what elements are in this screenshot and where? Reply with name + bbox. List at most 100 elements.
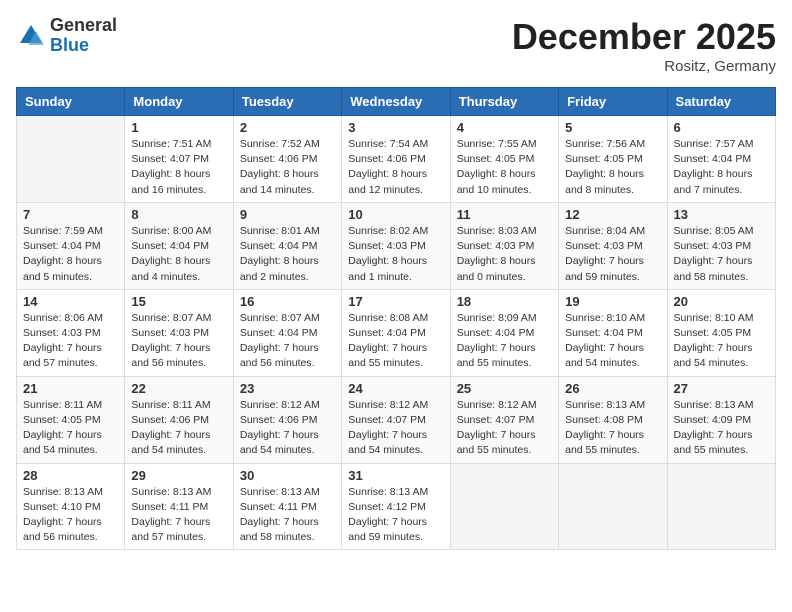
day-number: 15 bbox=[131, 294, 226, 309]
day-number: 9 bbox=[240, 207, 335, 222]
week-row: 28 Sunrise: 8:13 AM Sunset: 4:10 PM Dayli… bbox=[17, 463, 776, 550]
week-row: 14Sunrise: 8:06 AM Sunset: 4:03 PM Dayli… bbox=[17, 289, 776, 376]
day-number: 11 bbox=[457, 207, 552, 222]
calendar-cell: 12Sunrise: 8:04 AM Sunset: 4:03 PM Dayli… bbox=[559, 202, 667, 289]
day-info: Sunrise: 7:54 AM Sunset: 4:06 PM Dayligh… bbox=[348, 137, 443, 198]
calendar-cell: 1Sunrise: 7:51 AM Sunset: 4:07 PM Daylig… bbox=[125, 116, 233, 203]
day-info: Sunrise: 8:12 AM Sunset: 4:07 PM Dayligh… bbox=[348, 398, 443, 459]
calendar-cell: 23Sunrise: 8:12 AM Sunset: 4:06 PM Dayli… bbox=[233, 376, 341, 463]
day-number: 26 bbox=[565, 381, 660, 396]
calendar-cell: 28 Sunrise: 8:13 AM Sunset: 4:10 PM Dayli… bbox=[17, 463, 125, 550]
day-number: 30 bbox=[240, 468, 335, 483]
day-number: 16 bbox=[240, 294, 335, 309]
calendar-cell bbox=[559, 463, 667, 550]
day-info: Sunrise: 8:07 AM Sunset: 4:04 PM Dayligh… bbox=[240, 311, 335, 372]
day-info: Sunrise: 8:00 AM Sunset: 4:04 PM Dayligh… bbox=[131, 224, 226, 285]
day-number: 2 bbox=[240, 120, 335, 135]
calendar-cell: 27 Sunrise: 8:13 AM Sunset: 4:09 PM Dayli… bbox=[667, 376, 775, 463]
day-info: Sunrise: 8:02 AM Sunset: 4:03 PM Dayligh… bbox=[348, 224, 443, 285]
calendar-cell: 16 Sunrise: 8:07 AM Sunset: 4:04 PM Dayli… bbox=[233, 289, 341, 376]
day-info: Sunrise: 8:10 AM Sunset: 4:04 PM Dayligh… bbox=[565, 311, 660, 372]
day-info: Sunrise: 8:04 AM Sunset: 4:03 PM Dayligh… bbox=[565, 224, 660, 285]
day-info: Sunrise: 8:08 AM Sunset: 4:04 PM Dayligh… bbox=[348, 311, 443, 372]
day-number: 25 bbox=[457, 381, 552, 396]
calendar-cell: 29Sunrise: 8:13 AM Sunset: 4:11 PM Dayli… bbox=[125, 463, 233, 550]
day-info: Sunrise: 8:13 AM Sunset: 4:12 PM Dayligh… bbox=[348, 485, 443, 546]
calendar-cell: 20 Sunrise: 8:10 AM Sunset: 4:05 PM Dayli… bbox=[667, 289, 775, 376]
day-header-saturday: Saturday bbox=[667, 88, 775, 116]
day-number: 1 bbox=[131, 120, 226, 135]
day-number: 27 bbox=[674, 381, 769, 396]
calendar-cell: 11Sunrise: 8:03 AM Sunset: 4:03 PM Dayli… bbox=[450, 202, 558, 289]
day-info: Sunrise: 7:59 AM Sunset: 4:04 PM Dayligh… bbox=[23, 224, 118, 285]
day-info: Sunrise: 7:52 AM Sunset: 4:06 PM Dayligh… bbox=[240, 137, 335, 198]
calendar-cell: 7Sunrise: 7:59 AM Sunset: 4:04 PM Daylig… bbox=[17, 202, 125, 289]
calendar-cell: 2 Sunrise: 7:52 AM Sunset: 4:06 PM Daylig… bbox=[233, 116, 341, 203]
calendar-cell: 19 Sunrise: 8:10 AM Sunset: 4:04 PM Dayli… bbox=[559, 289, 667, 376]
day-info: Sunrise: 8:13 AM Sunset: 4:09 PM Dayligh… bbox=[674, 398, 769, 459]
calendar-cell: 18 Sunrise: 8:09 AM Sunset: 4:04 PM Dayli… bbox=[450, 289, 558, 376]
calendar-cell bbox=[17, 116, 125, 203]
calendar-cell: 15 Sunrise: 8:07 AM Sunset: 4:03 PM Dayli… bbox=[125, 289, 233, 376]
day-info: Sunrise: 8:11 AM Sunset: 4:05 PM Dayligh… bbox=[23, 398, 118, 459]
day-info: Sunrise: 8:13 AM Sunset: 4:11 PM Dayligh… bbox=[131, 485, 226, 546]
calendar-cell: 10 Sunrise: 8:02 AM Sunset: 4:03 PM Dayli… bbox=[342, 202, 450, 289]
day-number: 20 bbox=[674, 294, 769, 309]
day-number: 31 bbox=[348, 468, 443, 483]
day-number: 24 bbox=[348, 381, 443, 396]
day-header-monday: Monday bbox=[125, 88, 233, 116]
calendar-cell: 14Sunrise: 8:06 AM Sunset: 4:03 PM Dayli… bbox=[17, 289, 125, 376]
day-header-tuesday: Tuesday bbox=[233, 88, 341, 116]
calendar-cell: 13Sunrise: 8:05 AM Sunset: 4:03 PM Dayli… bbox=[667, 202, 775, 289]
day-info: Sunrise: 8:13 AM Sunset: 4:10 PM Dayligh… bbox=[23, 485, 118, 546]
calendar-cell: 22 Sunrise: 8:11 AM Sunset: 4:06 PM Dayli… bbox=[125, 376, 233, 463]
day-info: Sunrise: 8:10 AM Sunset: 4:05 PM Dayligh… bbox=[674, 311, 769, 372]
location: Rositz, Germany bbox=[512, 58, 776, 75]
day-info: Sunrise: 8:09 AM Sunset: 4:04 PM Dayligh… bbox=[457, 311, 552, 372]
calendar-cell: 24 Sunrise: 8:12 AM Sunset: 4:07 PM Dayli… bbox=[342, 376, 450, 463]
calendar-header-row: SundayMondayTuesdayWednesdayThursdayFrid… bbox=[17, 88, 776, 116]
day-number: 17 bbox=[348, 294, 443, 309]
day-header-sunday: Sunday bbox=[17, 88, 125, 116]
day-info: Sunrise: 8:11 AM Sunset: 4:06 PM Dayligh… bbox=[131, 398, 226, 459]
week-row: 1Sunrise: 7:51 AM Sunset: 4:07 PM Daylig… bbox=[17, 116, 776, 203]
day-info: Sunrise: 7:56 AM Sunset: 4:05 PM Dayligh… bbox=[565, 137, 660, 198]
week-row: 7Sunrise: 7:59 AM Sunset: 4:04 PM Daylig… bbox=[17, 202, 776, 289]
day-number: 19 bbox=[565, 294, 660, 309]
title-block: December 2025 Rositz, Germany bbox=[512, 16, 776, 75]
calendar-cell: 21 Sunrise: 8:11 AM Sunset: 4:05 PM Dayli… bbox=[17, 376, 125, 463]
day-header-thursday: Thursday bbox=[450, 88, 558, 116]
calendar-cell: 3Sunrise: 7:54 AM Sunset: 4:06 PM Daylig… bbox=[342, 116, 450, 203]
calendar-cell: 4Sunrise: 7:55 AM Sunset: 4:05 PM Daylig… bbox=[450, 116, 558, 203]
day-number: 14 bbox=[23, 294, 118, 309]
day-number: 28 bbox=[23, 468, 118, 483]
day-info: Sunrise: 8:12 AM Sunset: 4:06 PM Dayligh… bbox=[240, 398, 335, 459]
day-number: 5 bbox=[565, 120, 660, 135]
day-number: 10 bbox=[348, 207, 443, 222]
day-header-friday: Friday bbox=[559, 88, 667, 116]
page-header: General Blue December 2025 Rositz, Germa… bbox=[16, 16, 776, 75]
week-row: 21 Sunrise: 8:11 AM Sunset: 4:05 PM Dayli… bbox=[17, 376, 776, 463]
day-info: Sunrise: 8:07 AM Sunset: 4:03 PM Dayligh… bbox=[131, 311, 226, 372]
day-number: 8 bbox=[131, 207, 226, 222]
logo: General Blue bbox=[16, 16, 117, 56]
day-info: Sunrise: 7:55 AM Sunset: 4:05 PM Dayligh… bbox=[457, 137, 552, 198]
calendar-cell: 5 Sunrise: 7:56 AM Sunset: 4:05 PM Daylig… bbox=[559, 116, 667, 203]
calendar-cell: 8 Sunrise: 8:00 AM Sunset: 4:04 PM Daylig… bbox=[125, 202, 233, 289]
day-info: Sunrise: 8:12 AM Sunset: 4:07 PM Dayligh… bbox=[457, 398, 552, 459]
day-number: 22 bbox=[131, 381, 226, 396]
day-info: Sunrise: 8:13 AM Sunset: 4:08 PM Dayligh… bbox=[565, 398, 660, 459]
calendar-cell: 26 Sunrise: 8:13 AM Sunset: 4:08 PM Dayli… bbox=[559, 376, 667, 463]
calendar-cell: 6Sunrise: 7:57 AM Sunset: 4:04 PM Daylig… bbox=[667, 116, 775, 203]
day-info: Sunrise: 8:13 AM Sunset: 4:11 PM Dayligh… bbox=[240, 485, 335, 546]
calendar-cell: 31 Sunrise: 8:13 AM Sunset: 4:12 PM Dayli… bbox=[342, 463, 450, 550]
calendar-cell: 25 Sunrise: 8:12 AM Sunset: 4:07 PM Dayli… bbox=[450, 376, 558, 463]
day-number: 18 bbox=[457, 294, 552, 309]
day-info: Sunrise: 8:05 AM Sunset: 4:03 PM Dayligh… bbox=[674, 224, 769, 285]
calendar-cell bbox=[667, 463, 775, 550]
day-number: 21 bbox=[23, 381, 118, 396]
day-info: Sunrise: 7:57 AM Sunset: 4:04 PM Dayligh… bbox=[674, 137, 769, 198]
month-title: December 2025 bbox=[512, 16, 776, 58]
calendar-cell: 17 Sunrise: 8:08 AM Sunset: 4:04 PM Dayli… bbox=[342, 289, 450, 376]
calendar-cell: 9Sunrise: 8:01 AM Sunset: 4:04 PM Daylig… bbox=[233, 202, 341, 289]
